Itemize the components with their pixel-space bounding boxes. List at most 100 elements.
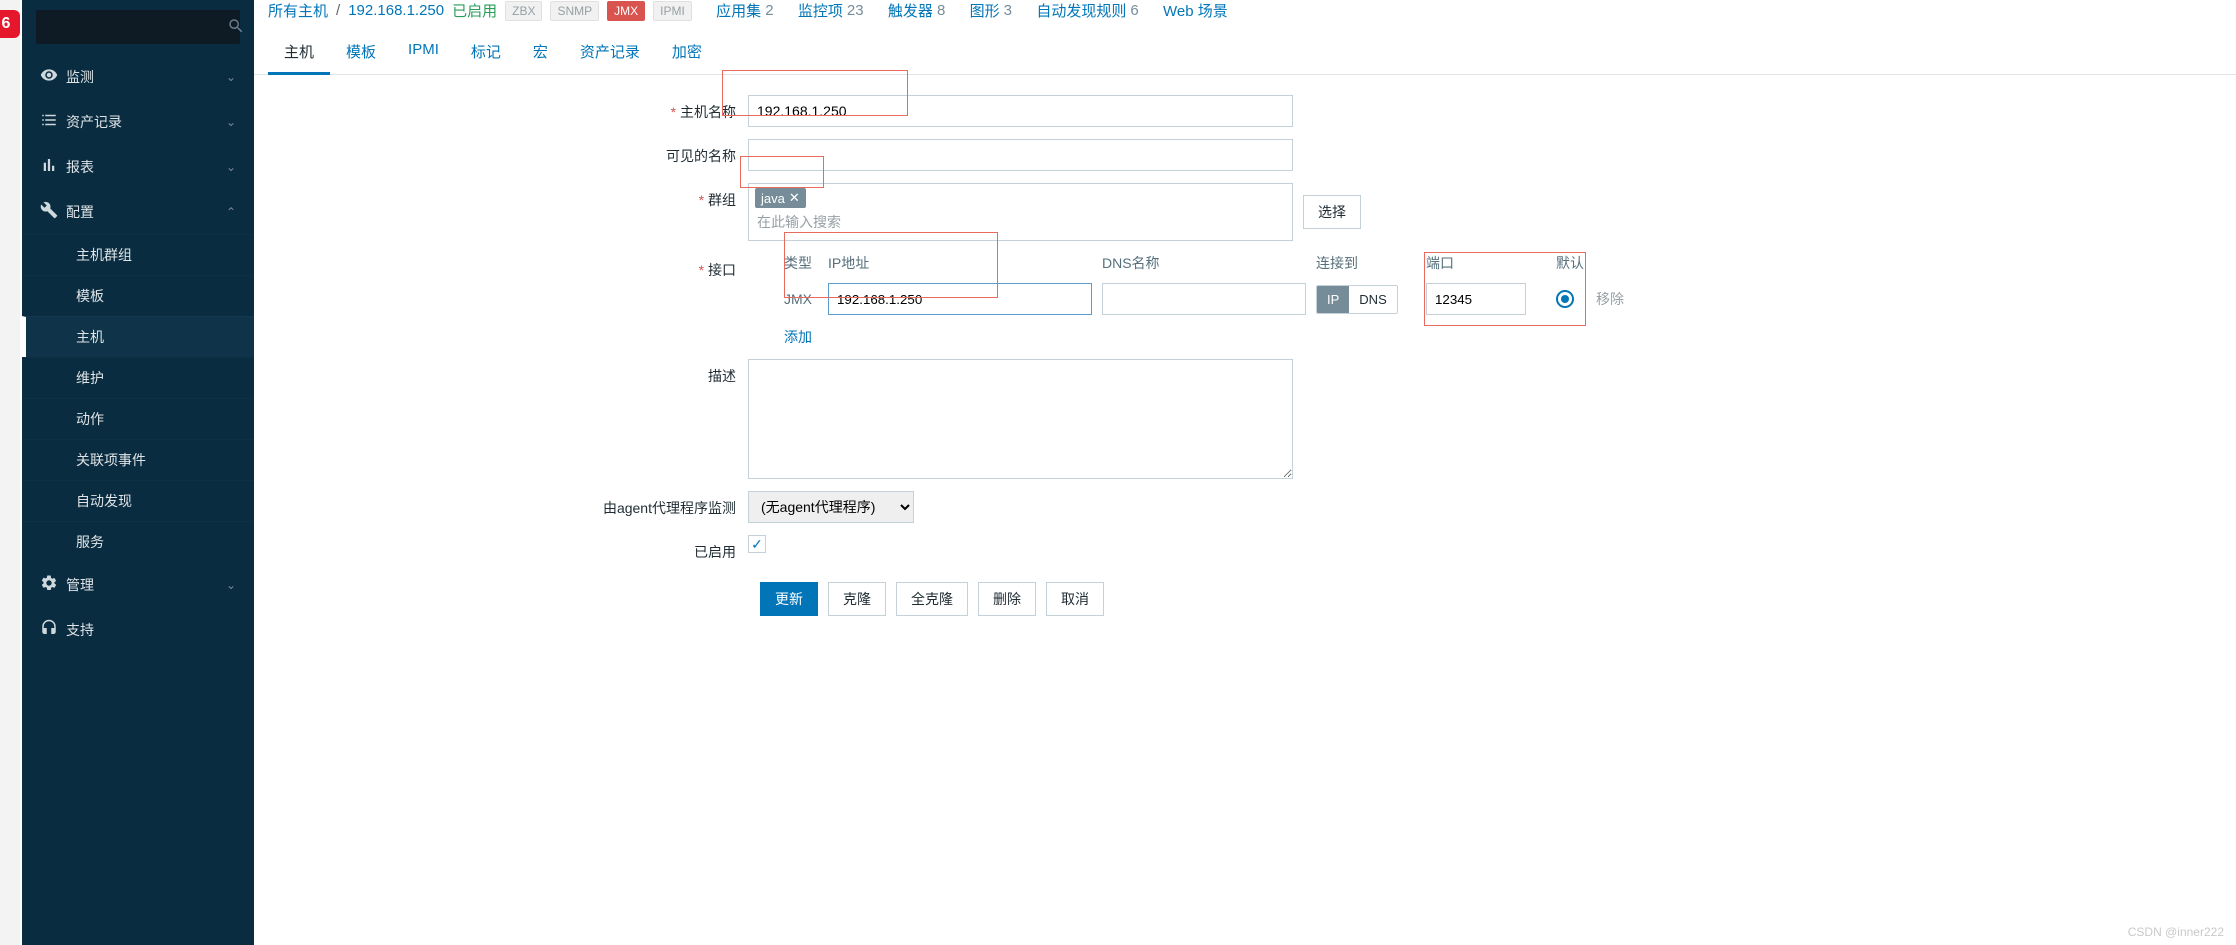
bc-web[interactable]: Web 场景: [1163, 0, 1228, 21]
add-interface-link[interactable]: 添加: [748, 319, 812, 347]
bc-items-count: 23: [847, 2, 864, 19]
remove-tag-icon[interactable]: ✕: [789, 190, 800, 206]
group-tag-java[interactable]: java ✕: [755, 188, 806, 208]
search-icon: [227, 17, 245, 38]
sidebar-item-correlation[interactable]: 关联项事件: [22, 439, 254, 480]
iface-col-dns: DNS名称: [1102, 253, 1316, 273]
iface-col-type: 类型: [748, 253, 828, 273]
iface-ip-input[interactable]: [828, 283, 1092, 315]
nav-inventory[interactable]: 资产记录 ⌄: [22, 99, 254, 144]
connect-ip[interactable]: IP: [1317, 286, 1349, 313]
headset-icon: [40, 619, 66, 640]
bc-graphs[interactable]: 图形: [970, 0, 1000, 21]
update-button[interactable]: 更新: [760, 582, 818, 616]
bar-icon: [40, 156, 66, 177]
iface-port-input[interactable]: [1426, 283, 1526, 315]
sidebar-item-maintenance[interactable]: 维护: [22, 357, 254, 398]
connect-to-toggle[interactable]: IP DNS: [1316, 285, 1398, 314]
delete-button[interactable]: 删除: [978, 582, 1036, 616]
sidebar-item-actions[interactable]: 动作: [22, 398, 254, 439]
iface-remove-link[interactable]: 移除: [1596, 291, 1624, 307]
groups-input[interactable]: java ✕ 在此输入搜索: [748, 183, 1293, 241]
bc-items[interactable]: 监控项: [798, 0, 843, 21]
tab-tags[interactable]: 标记: [455, 31, 517, 74]
cancel-button[interactable]: 取消: [1046, 582, 1104, 616]
status-enabled: 已启用: [452, 0, 497, 21]
sidebar-item-templates[interactable]: 模板: [22, 275, 254, 316]
badge-ipmi: IPMI: [653, 1, 692, 21]
description-input[interactable]: [748, 359, 1293, 479]
iface-col-ip: IP地址: [828, 253, 1102, 273]
badge-snmp: SNMP: [550, 1, 599, 21]
clone-button[interactable]: 克隆: [828, 582, 886, 616]
tab-inventory[interactable]: 资产记录: [564, 31, 656, 74]
sidebar-item-discovery[interactable]: 自动发现: [22, 480, 254, 521]
visible-name-label: 可见的名称: [268, 139, 748, 166]
nav-label: 管理: [66, 575, 94, 595]
nav-label: 监测: [66, 67, 94, 87]
chevron-down-icon: ⌄: [226, 115, 236, 129]
sidebar-item-host-groups[interactable]: 主机群组: [22, 234, 254, 275]
full-clone-button[interactable]: 全克隆: [896, 582, 968, 616]
breadcrumb-all-hosts[interactable]: 所有主机: [268, 0, 328, 21]
breadcrumb: 所有主机 / 192.168.1.250 已启用 ZBX SNMP JMX IP…: [254, 0, 2236, 27]
breadcrumb-separator: /: [336, 2, 340, 19]
tab-templates[interactable]: 模板: [330, 31, 392, 74]
select-groups-button[interactable]: 选择: [1303, 195, 1361, 229]
bc-triggers[interactable]: 触发器: [888, 0, 933, 21]
interface-row: JMX IP DNS 移除: [748, 279, 2222, 319]
nav-label: 报表: [66, 157, 94, 177]
iface-col-port: 端口: [1426, 253, 1556, 273]
proxy-label: 由agent代理程序监测: [268, 491, 748, 518]
interfaces-label: 接口: [268, 253, 748, 280]
connect-dns[interactable]: DNS: [1349, 286, 1396, 313]
tab-ipmi[interactable]: IPMI: [392, 31, 455, 74]
proxy-select[interactable]: (无agent代理程序): [748, 491, 914, 523]
breadcrumb-host[interactable]: 192.168.1.250: [348, 2, 444, 19]
badge-zbx: ZBX: [505, 1, 542, 21]
search-box[interactable]: [36, 10, 240, 44]
search-input[interactable]: [46, 19, 227, 35]
bc-graphs-count: 3: [1004, 2, 1012, 19]
sidebar-item-hosts[interactable]: 主机: [22, 316, 254, 357]
nav-support[interactable]: 支持: [22, 607, 254, 652]
main-content: 所有主机 / 192.168.1.250 已启用 ZBX SNMP JMX IP…: [254, 0, 2236, 945]
badge-jmx: JMX: [607, 1, 645, 21]
eye-icon: [40, 66, 66, 87]
enabled-checkbox[interactable]: ✓: [748, 535, 766, 553]
nav-reports[interactable]: 报表 ⌄: [22, 144, 254, 189]
nav-monitoring[interactable]: 监测 ⌄: [22, 54, 254, 99]
nav-label: 配置: [66, 202, 94, 222]
watermark: CSDN @inner222: [2128, 925, 2224, 939]
iface-default-radio[interactable]: [1556, 290, 1574, 308]
host-name-input[interactable]: [748, 95, 1293, 127]
description-label: 描述: [268, 359, 748, 386]
iface-col-conn: 连接到: [1316, 253, 1426, 273]
chevron-up-icon: ⌃: [226, 205, 236, 219]
chevron-down-icon: ⌄: [226, 70, 236, 84]
group-tag-label: java: [761, 191, 785, 206]
sidebar-item-services[interactable]: 服务: [22, 521, 254, 562]
nav-configuration[interactable]: 配置 ⌃: [22, 189, 254, 234]
sidebar: 监测 ⌄ 资产记录 ⌄ 报表 ⌄ 配置 ⌃ 主机群组 模板 主机: [22, 0, 254, 945]
tab-host[interactable]: 主机: [268, 31, 330, 75]
iface-type: JMX: [748, 291, 828, 307]
bc-triggers-count: 8: [937, 2, 945, 19]
nav-label: 支持: [66, 620, 94, 640]
nav-administration[interactable]: 管理 ⌄: [22, 562, 254, 607]
iface-dns-input[interactable]: [1102, 283, 1306, 315]
wrench-icon: [40, 201, 66, 222]
bc-discovery-count: 6: [1130, 2, 1138, 19]
visible-name-input[interactable]: [748, 139, 1293, 171]
enabled-label: 已启用: [268, 535, 748, 562]
groups-label: 群组: [268, 183, 748, 210]
tab-encryption[interactable]: 加密: [656, 31, 718, 74]
nav-label: 资产记录: [66, 112, 122, 132]
bc-discovery[interactable]: 自动发现规则: [1036, 0, 1126, 21]
tab-macros[interactable]: 宏: [517, 31, 564, 74]
bc-applications[interactable]: 应用集: [716, 0, 761, 21]
bc-applications-count: 2: [765, 2, 773, 19]
chevron-down-icon: ⌄: [226, 578, 236, 592]
weibo-icon: 6: [0, 10, 20, 38]
groups-placeholder: 在此输入搜索: [755, 208, 1286, 236]
